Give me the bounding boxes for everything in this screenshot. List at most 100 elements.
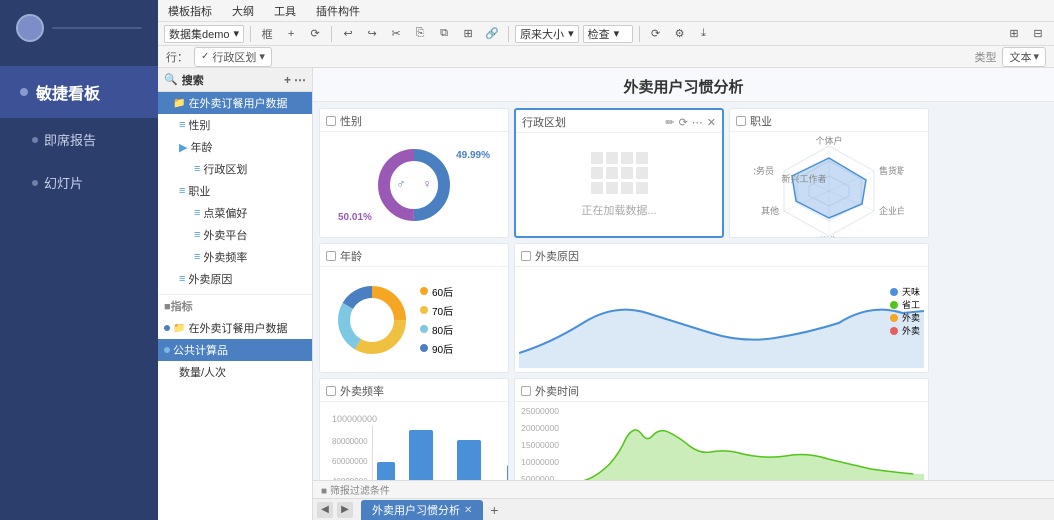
bar-item-4: 每周>10次 [498, 465, 509, 481]
sidebar-item-adhoc[interactable]: 即席报告 [0, 118, 158, 161]
legend-dot-90s [420, 344, 428, 352]
link-btn[interactable]: 🔗 [482, 25, 502, 43]
refresh-btn2[interactable]: ⟳ [646, 25, 666, 43]
paste-btn[interactable]: ⧉ [434, 25, 454, 43]
cell12 [636, 182, 648, 194]
new-btn[interactable]: 框 [257, 25, 277, 43]
bottom-tab-analysis[interactable]: 外卖用户习惯分析 ✕ [361, 500, 483, 520]
tree-item-age[interactable]: ▶ 年龄 [158, 136, 312, 158]
view-dropdown[interactable]: 检查▾ [583, 25, 633, 43]
copy-btn[interactable]: ⎘ [410, 25, 430, 43]
age-checkbox[interactable] [326, 251, 336, 261]
tree-header-label: 搜索 [182, 72, 204, 88]
loading-text: 正在加载数据... [581, 202, 656, 218]
reason-legend-1: 天味 [890, 285, 920, 298]
value-type-btn[interactable]: 文本▾ [1002, 47, 1046, 67]
frequency-chart-body: 100000000 80000000 60000000 40000000 200… [320, 402, 508, 480]
what-area [0, 56, 158, 66]
menu-outline[interactable]: 大纲 [228, 1, 258, 21]
tree-item-district[interactable]: ≡ 行政区划 [158, 158, 312, 180]
tree-item-frequency[interactable]: ≡ 外卖频率 [158, 246, 312, 268]
edit-icon[interactable]: ✏ [665, 116, 674, 129]
section-dot2 [164, 347, 170, 353]
legend-label-70s: 70后 [432, 303, 453, 318]
filter-district-btn[interactable]: ✓ 行政区划 ▾ [194, 47, 272, 67]
tree-action-add[interactable]: + [284, 73, 291, 87]
svg-text:学生: 学生 [820, 235, 838, 238]
time-checkbox[interactable] [521, 386, 531, 396]
gender-donut-svg: ♂ ♀ [369, 140, 459, 230]
menu-plugins[interactable]: 插件构件 [312, 1, 364, 21]
tree-section-item3[interactable]: 数量/人次 [158, 361, 312, 383]
tree-section-item2[interactable]: 公共计算品 [158, 339, 312, 361]
tab-close-icon[interactable]: ✕ [464, 505, 472, 516]
nav-next[interactable]: ▶ [337, 502, 353, 518]
tree-item-food[interactable]: ≡ 点菜偏好 [158, 202, 312, 224]
svg-text:个体户: 个体户 [815, 136, 842, 146]
svg-text:其他: 其他 [761, 205, 779, 216]
tab-add-btn[interactable]: + [485, 501, 503, 519]
frequency-checkbox[interactable] [326, 386, 336, 396]
menubar: 模板指标 大纲 工具 插件构件 [158, 0, 1054, 22]
bar-area: 从不 每周1-3次 每周4-10次 [372, 426, 509, 481]
gender-checkbox[interactable] [326, 116, 336, 126]
export-btn[interactable]: ⤓ [694, 25, 714, 43]
undo-btn[interactable]: ↩ [338, 25, 358, 43]
age-card-title: 年龄 [320, 244, 508, 267]
tree-section-metrics: ■指标 [158, 294, 312, 317]
occupation-checkbox[interactable] [736, 116, 746, 126]
zoom-dropdown[interactable]: 原来大小▾ [515, 25, 579, 43]
tree-item-platform[interactable]: ≡ 外卖平台 [158, 224, 312, 246]
tree-item-occupation[interactable]: ≡ 职业 [158, 180, 312, 202]
district-card: 行政区划 ✏ ⟳ ⋯ ✕ [514, 108, 724, 238]
occupation-card: 职业 [729, 108, 929, 238]
add-btn[interactable]: + [281, 25, 301, 43]
reason-checkbox[interactable] [521, 251, 531, 261]
cell2 [606, 152, 618, 164]
layout-btn2[interactable]: ⊟ [1028, 25, 1048, 43]
refresh-btn1[interactable]: ⟳ [305, 25, 325, 43]
tree-root-item[interactable]: 📁 在外卖订餐用户数据 [158, 92, 312, 114]
tree-section-item1[interactable]: 📁 在外卖订餐用户数据 [158, 317, 312, 339]
menu-tools[interactable]: 工具 [270, 1, 300, 21]
cell7 [621, 167, 633, 179]
slides-dot [32, 180, 38, 186]
layout-btn1[interactable]: ⊞ [1004, 25, 1024, 43]
cell11 [621, 182, 633, 194]
age-chart-body: 60后 70后 80后 [320, 267, 508, 372]
settings-btn[interactable]: ⚙ [670, 25, 690, 43]
y-axis: 80000000 60000000 40000000 20000000 [332, 426, 372, 481]
tree-item-reason[interactable]: ≡ 外卖原因 [158, 268, 312, 290]
close-icon[interactable]: ✕ [707, 116, 716, 129]
tree-action-more[interactable]: ⋯ [294, 73, 306, 87]
gender-icon: ≡ [179, 119, 185, 131]
redo-btn[interactable]: ↪ [362, 25, 382, 43]
tree-item-gender-label: 性别 [188, 117, 210, 133]
y-label-3: 60000000 [332, 457, 368, 466]
svg-text:10000000: 10000000 [521, 458, 559, 467]
svg-text:新兴工作者: 新兴工作者 [781, 173, 826, 184]
tree-item-gender[interactable]: ≡ 性别 [158, 114, 312, 136]
bottom-nav-left: ◀ ▶ [317, 502, 357, 518]
tree-section-item1-label: 在外卖订餐用户数据 [188, 320, 287, 336]
reason-card: 外卖原因 天味 [514, 243, 929, 373]
cell5 [591, 167, 603, 179]
refresh-icon[interactable]: ⟳ [679, 116, 688, 129]
time-chart: 25000000 20000000 15000000 10000000 5000… [519, 404, 924, 480]
menu-template[interactable]: 模板指标 [164, 1, 216, 21]
district-card-actions: ✏ ⟳ ⋯ ✕ [665, 116, 716, 129]
align-btn[interactable]: ⊞ [458, 25, 478, 43]
adhoc-dot [32, 137, 38, 143]
sidebar-item-slides[interactable]: 幻灯片 [0, 161, 158, 204]
occupation-title-label: 职业 [750, 113, 772, 129]
more-icon[interactable]: ⋯ [692, 116, 703, 129]
cut-btn[interactable]: ✂ [386, 25, 406, 43]
tree-section-item3-label: 数量/人次 [179, 364, 226, 380]
sidebar-item-dashboard[interactable]: 敏捷看板 [0, 66, 158, 118]
dataset-dropdown[interactable]: 数据集demo ▾ [164, 25, 244, 43]
female-pct: 50.01% [338, 212, 372, 223]
filterbar: 行： ✓ 行政区划 ▾ 类型 文本▾ [158, 46, 1054, 68]
reason-label4: 外卖 [902, 324, 920, 337]
nav-prev[interactable]: ◀ [317, 502, 333, 518]
legend-label-60s: 60后 [432, 284, 453, 299]
